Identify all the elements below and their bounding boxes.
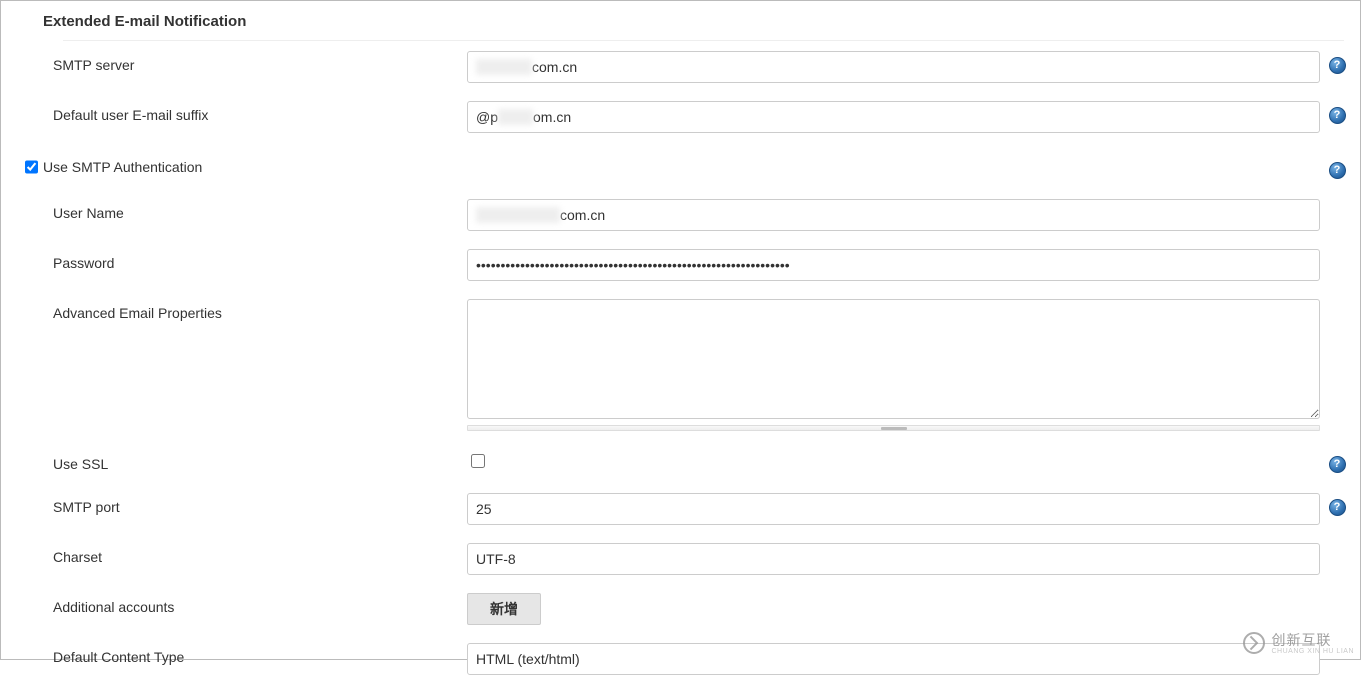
label-additional-accounts: Additional accounts [19,593,467,615]
input-user-name[interactable] [467,199,1320,231]
label-user-name: User Name [19,199,467,221]
section-title: Extended E-mail Notification [19,1,1350,40]
select-default-content-type[interactable]: HTML (text/html) [467,643,1320,675]
divider [63,40,1344,41]
row-charset: Charset [19,543,1350,575]
config-panel: Extended E-mail Notification SMTP server… [0,0,1361,660]
label-advanced-props: Advanced Email Properties [19,299,467,321]
textarea-advanced-props[interactable] [467,299,1320,419]
row-default-suffix: Default user E-mail suffix @pxxxxxom.cn [19,101,1350,133]
label-smtp-server: SMTP server [19,51,467,73]
label-default-suffix: Default user E-mail suffix [19,101,467,123]
help-icon[interactable] [1329,57,1346,74]
label-use-smtp-auth: Use SMTP Authentication [39,159,467,175]
label-default-content-type: Default Content Type [19,643,467,665]
row-smtp-port: SMTP port [19,493,1350,525]
watermark-logo-icon [1243,632,1265,654]
input-password[interactable] [467,249,1320,281]
select-value: HTML (text/html) [476,651,580,667]
help-icon[interactable] [1329,499,1346,516]
label-use-ssl: Use SSL [19,450,467,472]
resize-handle[interactable] [467,425,1320,431]
input-charset[interactable] [467,543,1320,575]
row-additional-accounts: Additional accounts 新增 [19,593,1350,625]
row-default-content-type: Default Content Type HTML (text/html) [19,643,1350,675]
watermark: 创新互联 CHUANG XIN HU LIAN [1239,628,1358,657]
label-smtp-port: SMTP port [19,493,467,515]
checkbox-use-smtp-auth[interactable] [25,160,38,174]
row-smtp-server: SMTP server xxxxxxxxcom.cn [19,51,1350,83]
help-icon[interactable] [1329,456,1346,473]
row-password: Password [19,249,1350,281]
watermark-text: 创新互联 [1271,630,1354,650]
checkbox-use-ssl[interactable] [471,454,485,468]
input-default-suffix[interactable] [467,101,1320,133]
row-use-ssl: Use SSL [19,445,1350,477]
row-use-smtp-auth: Use SMTP Authentication [19,151,1350,183]
row-user-name: User Name xxxxxxxxxxxxcom.cn [19,199,1350,231]
label-password: Password [19,249,467,271]
add-account-button[interactable]: 新增 [467,593,541,625]
watermark-sub: CHUANG XIN HU LIAN [1271,648,1354,655]
label-charset: Charset [19,543,467,565]
help-icon[interactable] [1329,107,1346,124]
help-icon[interactable] [1329,162,1346,179]
row-advanced-props: Advanced Email Properties [19,299,1350,419]
input-smtp-server[interactable] [467,51,1320,83]
input-smtp-port[interactable] [467,493,1320,525]
